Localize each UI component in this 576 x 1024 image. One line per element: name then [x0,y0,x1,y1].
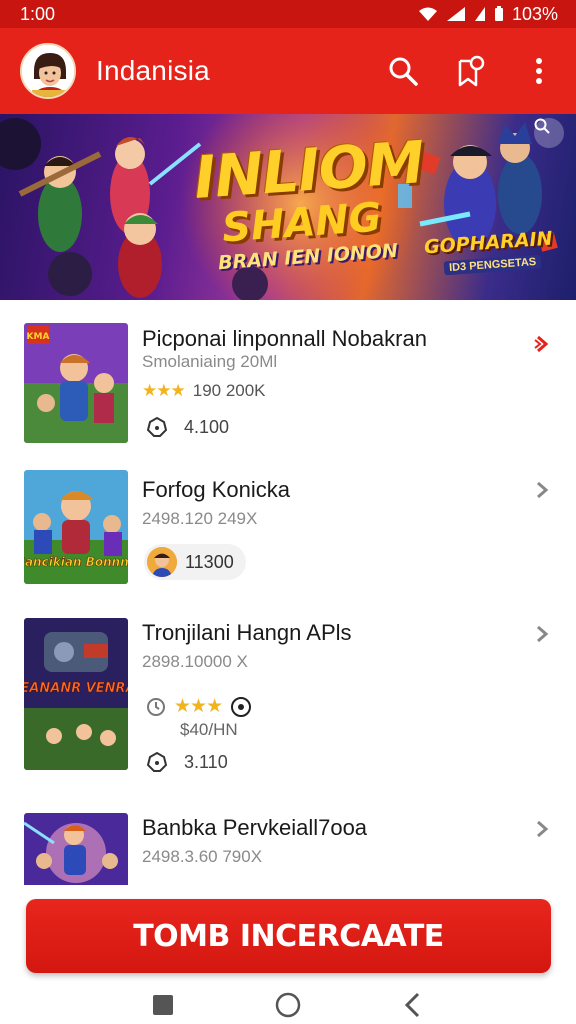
search-icon [389,57,418,86]
list-item[interactable]: SFEANANR VENRAIS Tronjilani Hangn APls 2… [0,610,576,780]
avatar [147,547,177,577]
back-button[interactable] [393,987,433,1023]
rating-stars: ★★★ [174,696,223,717]
rating-text: 190 200K [192,381,266,400]
list-item[interactable]: KMA Picponai linponnall Nobakran Smolani… [0,300,576,450]
meta-row: 3.110 [146,751,228,773]
banner-search-button[interactable] [534,118,564,148]
item-title: Tronjilani Hangn APls [142,620,352,645]
game-thumbnail: SFEANANR VENRAIS [24,618,128,770]
app-bar: Indanisia [0,28,576,114]
game-thumbnail: KMA [24,323,128,443]
rating-stars: ★★★ [142,381,186,400]
bookmark-icon [458,55,485,87]
rating-row: ★★★ 190 200K [142,381,266,401]
profile-avatar[interactable] [20,43,76,99]
chevron-right-icon[interactable] [534,334,550,354]
game-thumbnail [24,813,128,885]
battery-percent: 103% [511,3,558,24]
recents-button[interactable] [143,987,183,1023]
target-icon [231,696,252,717]
primary-action-button[interactable]: TOMB INCERCAATE [26,899,551,973]
back-nav-icon [405,992,420,1018]
thumb-label: Gancikian Bonnne [24,555,128,569]
item-title: Forfog Konicka [142,477,290,502]
item-stat: 3.110 [184,751,228,772]
item-title: Banbka Pervkeiall7ooa [142,815,368,840]
status-bar: 1:00 103% [0,0,576,28]
game-thumbnail: Gancikian Bonnne [24,470,128,584]
wifi-icon [418,7,437,21]
chevron-right-icon[interactable] [534,624,550,644]
item-stat: 4.100 [184,416,230,437]
item-subtitle: 2498.120 249X [142,509,258,528]
controller-icon [146,416,168,437]
status-icons: 103% [418,4,558,25]
item-subtitle: Smolaniaing 20Ml [142,352,278,371]
system-nav-bar [0,986,576,1024]
hero-banner[interactable]: INLIOM SHANG BRAN IEN IONON GOPHARAIN ID… [0,114,576,300]
signal-2-icon [474,7,485,21]
item-subtitle: 2898.10000 X [142,652,248,671]
thumb-label: SFEANANR VENRAIS [24,681,128,696]
search-icon [534,118,550,134]
home-button[interactable] [268,987,308,1023]
rating-row: ★★★ [146,695,252,718]
badge-text: 11300 [185,551,234,572]
circle-nav-icon [275,992,301,1018]
app-title: Indanisia [96,55,210,86]
more-vert-icon [536,58,542,84]
search-button[interactable] [384,52,422,90]
signal-icon [446,7,465,21]
chevron-right-icon[interactable] [534,819,550,839]
list-item[interactable]: Gancikian Bonnne Forfog Konicka 2498.120… [0,460,576,590]
list-item[interactable]: Banbka Pervkeiall7ooa 2498.3.60 790X [0,805,576,885]
player-count-badge: 11300 [144,544,246,580]
clock-icon [147,697,165,716]
item-price: $40/HN [180,720,238,739]
item-title: Picponai linponnall Nobakran [142,326,427,351]
meta-row: 4.100 [146,416,229,438]
bookmark-button[interactable] [452,52,490,90]
status-time: 1:00 [20,3,56,24]
thumb-label: KMA [27,332,50,342]
square-nav-icon [152,995,173,1015]
more-options-button[interactable] [520,52,558,90]
battery-icon [494,6,503,21]
controller-icon [146,751,168,772]
app-actions [384,52,558,90]
item-subtitle: 2498.3.60 790X [142,847,263,866]
chevron-right-icon[interactable] [534,480,550,500]
